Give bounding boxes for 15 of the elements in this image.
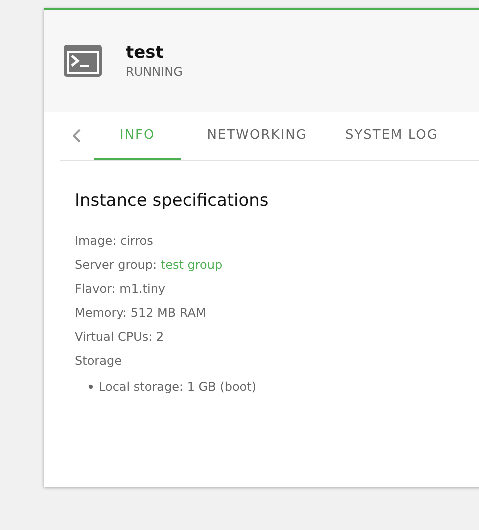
terminal-icon	[64, 45, 102, 77]
tab[interactable]: SYSTEM LOG	[333, 112, 450, 160]
spec-line: Flavor: m1.tiny	[75, 281, 167, 298]
spec-line: Server group: test group	[75, 257, 224, 274]
chevron-left-icon[interactable]	[73, 129, 81, 143]
instance-name: test	[126, 43, 165, 63]
spec-line: Image: cirros	[75, 233, 154, 250]
spec-heading: Storage	[75, 353, 123, 370]
instance-status: RUNNING	[126, 65, 183, 79]
tab[interactable]: NETWORKING	[195, 112, 320, 160]
storage-item: Local storage: 1 GB (boot)	[99, 379, 257, 396]
spec-line: Virtual CPUs: 2	[75, 329, 166, 346]
section-title: Instance specifications	[75, 191, 270, 211]
spec-line: Memory: 512 MB RAM	[75, 305, 208, 322]
bullet-icon	[89, 385, 93, 389]
